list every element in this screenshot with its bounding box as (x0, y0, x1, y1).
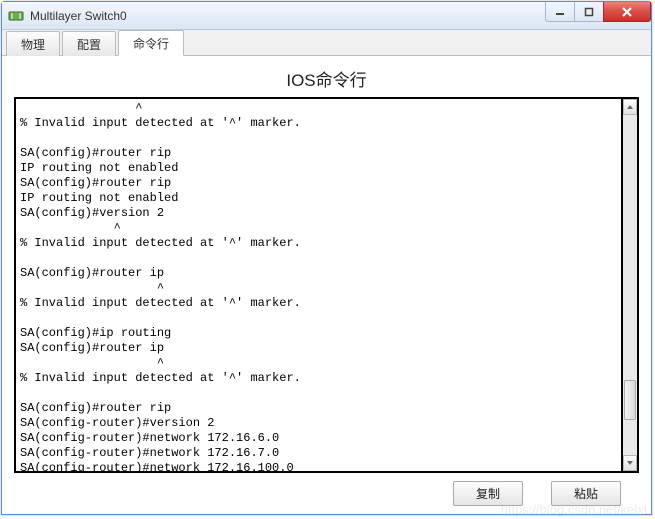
close-button[interactable] (603, 2, 651, 22)
titlebar[interactable]: Multilayer Switch0 (2, 2, 651, 30)
scroll-thumb[interactable] (624, 380, 636, 420)
content-area: IOS命令行 ^ % Invalid input detected at '^'… (2, 56, 651, 514)
tab-physical[interactable]: 物理 (6, 31, 60, 56)
window-title: Multilayer Switch0 (30, 9, 127, 23)
scroll-down-button[interactable] (623, 455, 637, 471)
minimize-button[interactable] (545, 2, 575, 22)
tab-config[interactable]: 配置 (62, 31, 116, 56)
window-controls (546, 2, 651, 22)
chevron-up-icon (626, 103, 634, 111)
close-icon (621, 6, 633, 18)
scroll-track[interactable] (623, 115, 637, 455)
chevron-down-icon (626, 459, 634, 467)
tab-cli[interactable]: 命令行 (118, 30, 184, 56)
terminal-container: ^ % Invalid input detected at '^' marker… (14, 97, 639, 473)
scroll-up-button[interactable] (623, 99, 637, 115)
app-icon (8, 8, 24, 24)
copy-button[interactable]: 复制 (453, 481, 523, 506)
paste-button[interactable]: 粘贴 (551, 481, 621, 506)
minimize-icon (555, 7, 565, 17)
maximize-icon (584, 7, 594, 17)
app-window: Multilayer Switch0 物理 配置 命令行 IOS命令行 (1, 1, 652, 515)
tab-strip: 物理 配置 命令行 (2, 30, 651, 56)
page-title: IOS命令行 (14, 66, 639, 91)
button-row: 复制 粘贴 (14, 473, 639, 506)
cli-terminal[interactable]: ^ % Invalid input detected at '^' marker… (14, 97, 623, 473)
terminal-scrollbar[interactable] (623, 97, 639, 473)
maximize-button[interactable] (574, 2, 604, 22)
